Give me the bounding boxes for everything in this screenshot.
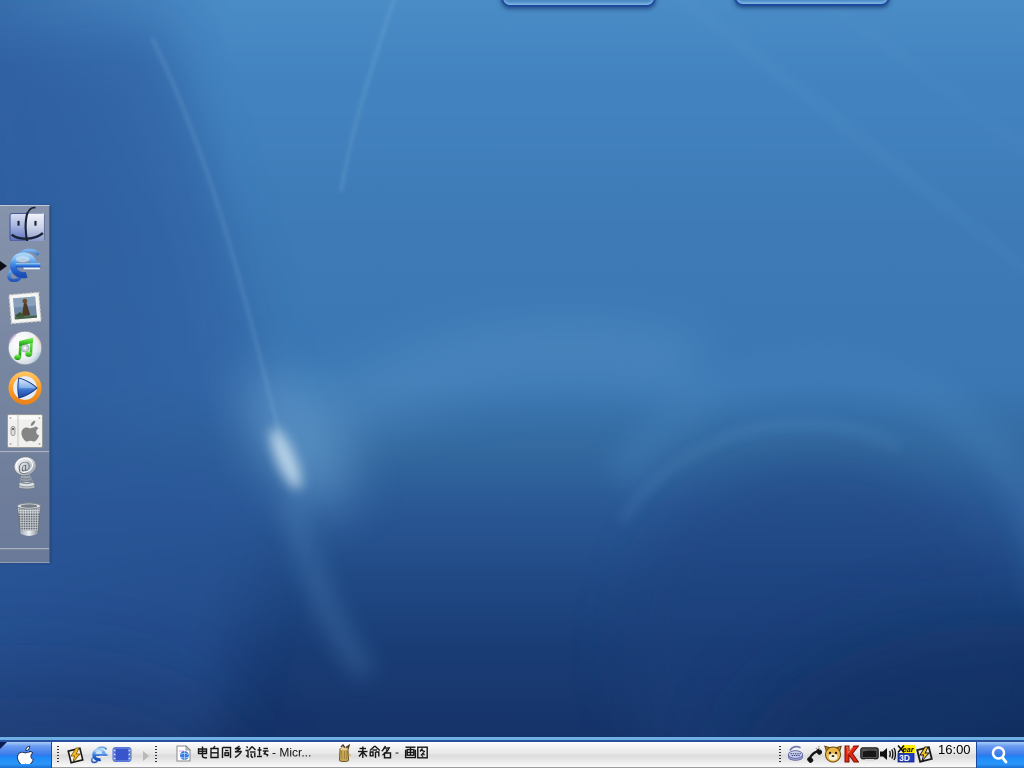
svg-text:ear: ear xyxy=(903,745,915,754)
svg-text:3D: 3D xyxy=(899,753,910,763)
svg-text:-: - xyxy=(395,745,399,759)
svg-text:- Micr...: - Micr... xyxy=(272,746,311,760)
